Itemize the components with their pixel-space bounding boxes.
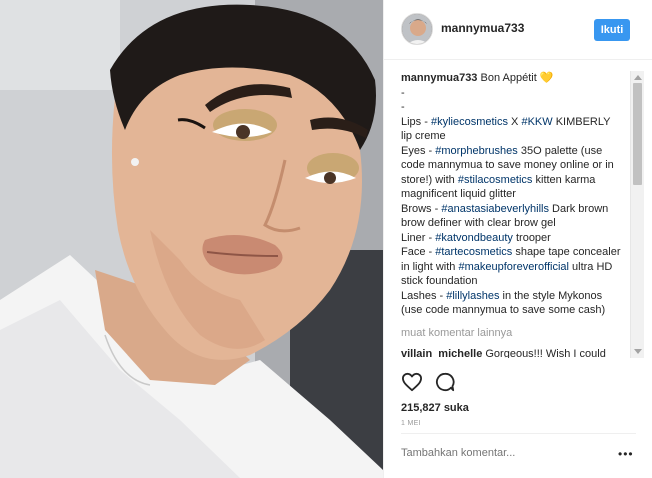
caption-text: Bon Appétit: [480, 72, 540, 84]
follow-button[interactable]: Ikuti: [594, 19, 630, 41]
ellipsis-icon[interactable]: •••: [618, 448, 634, 460]
avatar[interactable]: [401, 13, 433, 45]
hashtag-link[interactable]: #kyliecosmetics: [431, 116, 508, 128]
comment-bubble-icon[interactable]: [435, 372, 455, 392]
hashtag-link[interactable]: #morphebrushes: [435, 145, 518, 157]
scrollbar-thumb[interactable]: [633, 83, 642, 185]
caption-line: Face - #tartecosmetics shape tape concea…: [401, 245, 623, 289]
comment-username[interactable]: villain_michelle: [401, 348, 485, 358]
likes-count[interactable]: 215,827 suka: [401, 402, 469, 414]
heart-icon[interactable]: [401, 372, 423, 392]
caption-text: Liner -: [401, 231, 436, 244]
hashtag-link[interactable]: #katvondbeauty: [435, 232, 513, 244]
caption-text: 💛: [539, 72, 554, 84]
caption-text: -: [401, 86, 405, 99]
caption-line: mannymua733 Bon Appétit 💛: [401, 71, 623, 86]
caption-line: Lips - #kyliecosmetics X #KKW KIMBERLY l…: [401, 115, 623, 144]
caption-line: Liner - #katvondbeauty trooper: [401, 231, 623, 246]
caption: mannymua733 Bon Appétit 💛 - - Lips - #kylie…: [401, 71, 623, 318]
portrait-illustration: [0, 0, 383, 478]
scroll-up-arrow-icon[interactable]: [634, 75, 642, 80]
post-header: mannymua733 Ikuti: [384, 0, 652, 60]
caption-text: trooper: [512, 231, 551, 244]
add-comment-input[interactable]: [401, 447, 591, 459]
comments-scrollbar[interactable]: [630, 71, 644, 358]
caption-line: Lashes - #lillylashes in the style Mykon…: [401, 289, 623, 318]
hashtag-link[interactable]: #stilacosmetics: [458, 174, 533, 186]
comment-text: Gorgeous!!! Wish I could: [485, 348, 606, 358]
post-date[interactable]: 1 MEI: [401, 420, 421, 427]
post-detail-panel: mannymua733 Ikuti mannymua733 Bon Appéti…: [383, 0, 652, 478]
caption-line: Eyes - #morphebrushes 35O palette (use c…: [401, 144, 623, 202]
load-more-comments[interactable]: muat komentar lainnya: [401, 326, 623, 341]
header-username[interactable]: mannymua733: [441, 21, 524, 35]
caption-line: Brows - #anastasiabeverlyhills Dark brow…: [401, 202, 623, 231]
caption-text: X: [508, 115, 522, 128]
caption-text: Lashes -: [401, 289, 447, 302]
hashtag-link[interactable]: #KKW: [521, 116, 552, 128]
scroll-down-arrow-icon[interactable]: [634, 349, 642, 354]
action-bar: [401, 370, 455, 394]
hashtag-link[interactable]: #makeupforeverofficial: [458, 261, 568, 273]
caption-text: Eyes -: [401, 144, 436, 157]
caption-text: Brows -: [401, 202, 442, 215]
hashtag-link[interactable]: #lillylashes: [446, 290, 499, 302]
divider: [401, 433, 636, 434]
caption-line: -: [401, 100, 623, 115]
post-photo[interactable]: [0, 0, 383, 478]
caption-text: Lips -: [401, 115, 431, 128]
caption-text: Face -: [401, 246, 436, 258]
caption-text: -: [401, 101, 405, 113]
hashtag-link[interactable]: #anastasiabeverlyhills: [441, 203, 549, 215]
hashtag-link[interactable]: #tartecosmetics: [435, 246, 512, 258]
caption-line: -: [401, 86, 623, 101]
comment-row: villain_michelle Gorgeous!!! Wish I coul…: [401, 347, 623, 358]
caption-username[interactable]: mannymua733: [401, 72, 480, 84]
comments-list: mannymua733 Bon Appétit 💛 - - Lips - #kylie…: [401, 71, 623, 358]
avatar-image: [402, 14, 432, 44]
